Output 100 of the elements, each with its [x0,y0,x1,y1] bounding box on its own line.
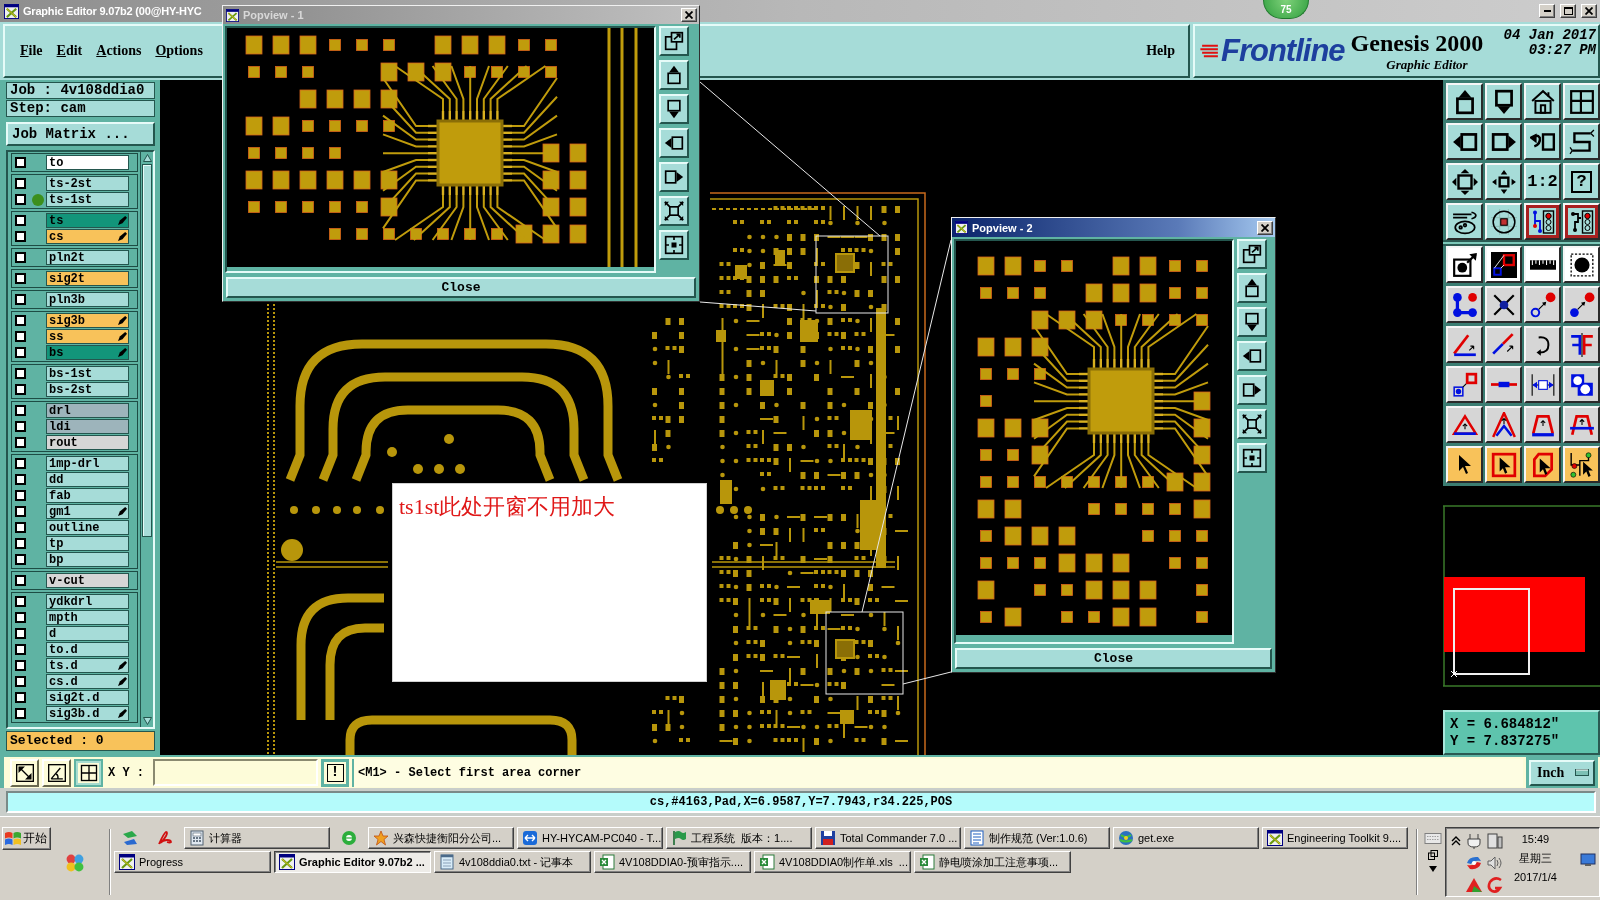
tool-button[interactable] [1485,446,1522,483]
tool-button[interactable] [1485,123,1522,160]
layer-name[interactable]: gm1 [46,504,129,519]
layer-checkbox[interactable] [15,157,26,168]
scrollbar[interactable] [140,152,153,727]
ring-icon[interactable] [341,830,357,846]
taskbar-button[interactable]: 工程系统 版本：1.... [666,827,812,849]
layer-name[interactable]: pln3b [46,292,129,307]
menu-item[interactable]: File [13,39,50,63]
layer-checkbox[interactable] [15,331,26,342]
taskbar-button[interactable]: get.exe [1113,827,1259,849]
taskbar-button[interactable]: Graphic Editor 9.07b2 ... [274,851,431,873]
command-button[interactable] [74,758,103,787]
minimize-button[interactable] [1539,4,1555,18]
view-button[interactable] [659,60,689,90]
tool-button[interactable] [1446,123,1483,160]
layer-name[interactable]: d [46,626,129,641]
units-dropdown[interactable]: Inch [1529,759,1595,786]
tool-button[interactable] [1485,163,1522,200]
layer-name[interactable]: sig2t [46,271,129,286]
taskbar-button[interactable]: 兴森快捷衡阳分公司... [368,827,514,849]
layer-name[interactable]: bs-1st [46,366,129,381]
tool-button[interactable] [1485,366,1522,403]
layer-name[interactable]: pln2t [46,250,129,265]
tool-button[interactable] [1485,83,1522,120]
layer-checkbox[interactable] [15,458,26,469]
layer-checkbox[interactable] [15,368,26,379]
taskbar-button[interactable]: Engineering Toolkit 9.... [1262,827,1408,849]
layer-name[interactable]: bs-2st [46,382,129,397]
layer-name[interactable]: ts.d [46,658,129,673]
layer-name[interactable]: to [46,155,129,170]
tool-button[interactable] [1524,123,1561,160]
tool-button[interactable] [1446,286,1483,323]
ratio-button[interactable]: 1:2 [1524,163,1561,200]
tool-button[interactable] [1563,203,1600,240]
layer-checkbox[interactable] [15,506,26,517]
taskbar-button[interactable]: 计算器 [184,827,330,849]
layer-checkbox[interactable] [15,692,26,703]
layer-checkbox[interactable] [15,522,26,533]
tool-button[interactable] [1446,163,1483,200]
tool-button[interactable] [1446,83,1483,120]
layer-name[interactable]: cs.d [46,674,129,689]
layer-name[interactable]: ss [46,329,129,344]
taskbar-button[interactable]: Progress [114,851,271,873]
layer-checkbox[interactable] [15,231,26,242]
layer-checkbox[interactable] [15,194,26,205]
tool-button[interactable] [1446,203,1483,240]
layer-checkbox[interactable] [15,538,26,549]
layer-name[interactable]: to.d [46,642,129,657]
tool-button[interactable] [1446,246,1483,283]
coordinate-input[interactable] [153,759,318,786]
layer-name[interactable]: outline [46,520,129,535]
layer-checkbox[interactable] [15,474,26,485]
layer-name[interactable]: sig2t.d [46,690,129,705]
taskbar-button[interactable]: 制作规范 (Ver:1.0.6) [964,827,1110,849]
close-button[interactable] [1257,220,1273,235]
alert-button[interactable]: ! [321,758,349,787]
taskbar-button[interactable]: 4V108DDIA0-预审指示.... [594,851,751,873]
layer-name[interactable]: dd [46,472,129,487]
maximize-button[interactable] [1560,4,1576,18]
layer-name[interactable]: ts-2st [46,176,129,191]
swirl-icon[interactable] [157,830,173,846]
view-button[interactable] [1237,239,1267,269]
tool-button[interactable] [1446,366,1483,403]
layer-name[interactable]: bp [46,552,129,567]
monitor-icon[interactable] [1580,853,1596,867]
layer-name[interactable]: v-cut [46,573,129,588]
tool-button[interactable] [1563,286,1600,323]
close-button[interactable] [1581,4,1597,18]
tool-button[interactable] [1563,326,1600,363]
view-button[interactable] [1237,375,1267,405]
layer-checkbox[interactable] [15,178,26,189]
tool-button[interactable] [1485,286,1522,323]
layer-checkbox[interactable] [15,421,26,432]
menu-item[interactable]: Actions [89,39,149,63]
tool-button[interactable] [1563,406,1600,443]
layer-name[interactable]: drl [46,403,129,418]
tool-button[interactable] [1524,446,1561,483]
layer-checkbox[interactable] [15,708,26,719]
layer-checkbox[interactable] [15,384,26,395]
layer-checkbox[interactable] [15,252,26,263]
layer-name[interactable]: fab [46,488,129,503]
tool-button[interactable] [1524,286,1561,323]
view-button[interactable] [659,128,689,158]
layer-name[interactable]: ydkdrl [46,594,129,609]
tool-button[interactable] [1485,406,1522,443]
layer-checkbox[interactable] [15,347,26,358]
layer-checkbox[interactable] [15,575,26,586]
tool-button[interactable] [1524,83,1561,120]
job-matrix-button[interactable]: Job Matrix ... [6,122,155,146]
tool-button[interactable] [1446,326,1483,363]
color-balls-icon[interactable] [66,854,84,872]
tool-button[interactable] [1563,83,1600,120]
tool-button[interactable] [1563,446,1600,483]
taskbar-button[interactable]: HY-HYCAM-PC040 - T... [517,827,663,849]
menu-item[interactable]: Help [1139,39,1182,63]
view-button[interactable] [1237,307,1267,337]
layer-checkbox[interactable] [15,437,26,448]
layer-checkbox[interactable] [15,294,26,305]
view-button[interactable] [659,94,689,124]
